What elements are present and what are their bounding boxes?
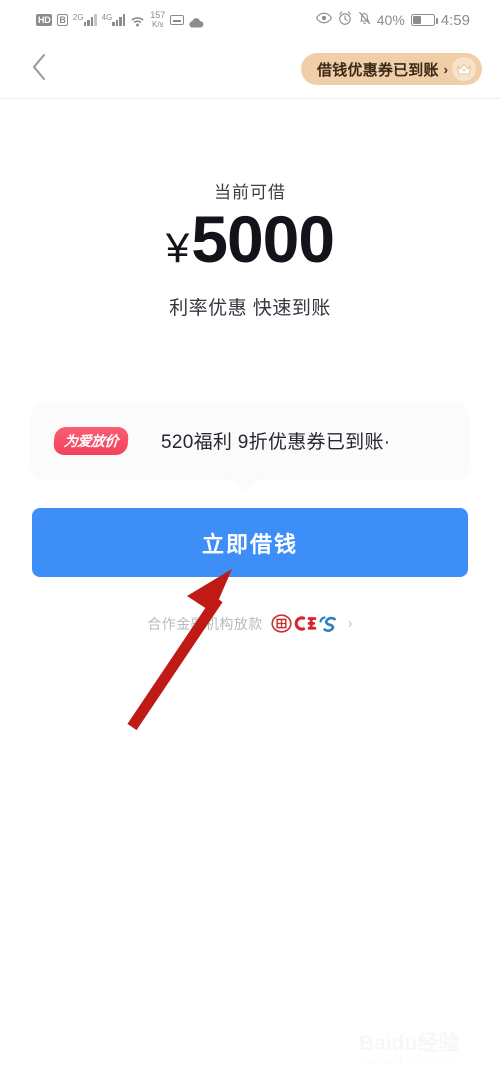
alarm-clock-icon [338,10,352,30]
partner-institutions-link[interactable]: 合作金融机构放款 › [0,613,500,634]
volte-icon: B [57,14,68,26]
header-divider [0,98,500,99]
chevron-right-icon: › [443,61,448,77]
promo-text: 520福利 9折优惠券已到账· [161,432,391,453]
network-speed-unit: K/s [151,20,164,29]
annotation-arrow [110,555,270,735]
partner-institutions-label: 合作金融机构放款 [147,615,263,632]
promo-badge: 为爱放价 [53,426,129,455]
phone-screen: HD B 2G 4G 157 K/s 40% 4:59 借钱优惠券已到账 › 当… [0,0,500,1084]
signal-bars-icon: 2G [73,14,97,26]
back-button[interactable] [14,44,64,94]
network-speed-value: 157 [150,10,166,20]
sim1-network-label: 2G [72,13,84,22]
battery-percent-label: 40% [376,12,405,28]
bell-muted-icon [358,11,371,30]
hd-icon: HD [36,14,53,26]
eye-icon [315,11,332,29]
amount-number: 5000 [191,202,335,276]
borrow-now-button[interactable]: 立即借钱 [32,508,468,577]
watermark-sub-text: jingyan.baidu.com [359,1054,453,1067]
zhongyuan-bank-logo [270,613,292,634]
battery-icon [410,14,438,26]
coupon-banner-button[interactable]: 借钱优惠券已到账 › [301,53,482,85]
cgb-logo [293,613,317,634]
coupon-banner-label: 借钱优惠券已到账 [317,61,439,79]
promo-card-notch [228,474,262,490]
promo-card[interactable]: 为爱放价 520福利 9折优惠券已到账· [32,403,468,478]
watermark: Baidu经验 jingyan.baidu.com [359,1022,494,1078]
status-bar-right: 40% 4:59 [315,10,470,30]
available-amount-value: ¥ 5000 [0,206,500,272]
borrow-now-label: 立即借钱 [201,531,298,557]
status-bar: HD B 2G 4G 157 K/s 40% 4:59 [0,0,500,40]
chevron-right-icon-partners: › [347,615,353,632]
app-header: 借钱优惠券已到账 › [0,40,500,98]
currency-symbol: ¥ [165,224,190,271]
sim2-network-label: 4G [101,13,113,22]
signal-bars-1 [83,14,97,26]
watermark-main-text: Baidu经验 [359,1031,460,1055]
sim-card-icon [170,15,185,25]
css-logo [318,613,340,634]
clock-label: 4:59 [440,11,470,29]
status-bar-left: HD B 2G 4G 157 K/s [36,11,204,29]
crown-icon [452,57,476,81]
wifi-icon [130,14,145,27]
available-amount-label: 当前可借 [214,183,286,202]
amount-subtitle: 利率优惠 快速到账 [169,298,331,319]
signal-bars-icon-2: 4G [102,14,126,26]
partner-logos [270,613,340,634]
network-speed-icon: 157 K/s [150,10,166,30]
cloud-icon [189,15,204,28]
chevron-left-icon [30,52,48,87]
signal-bars-2 [112,14,126,26]
